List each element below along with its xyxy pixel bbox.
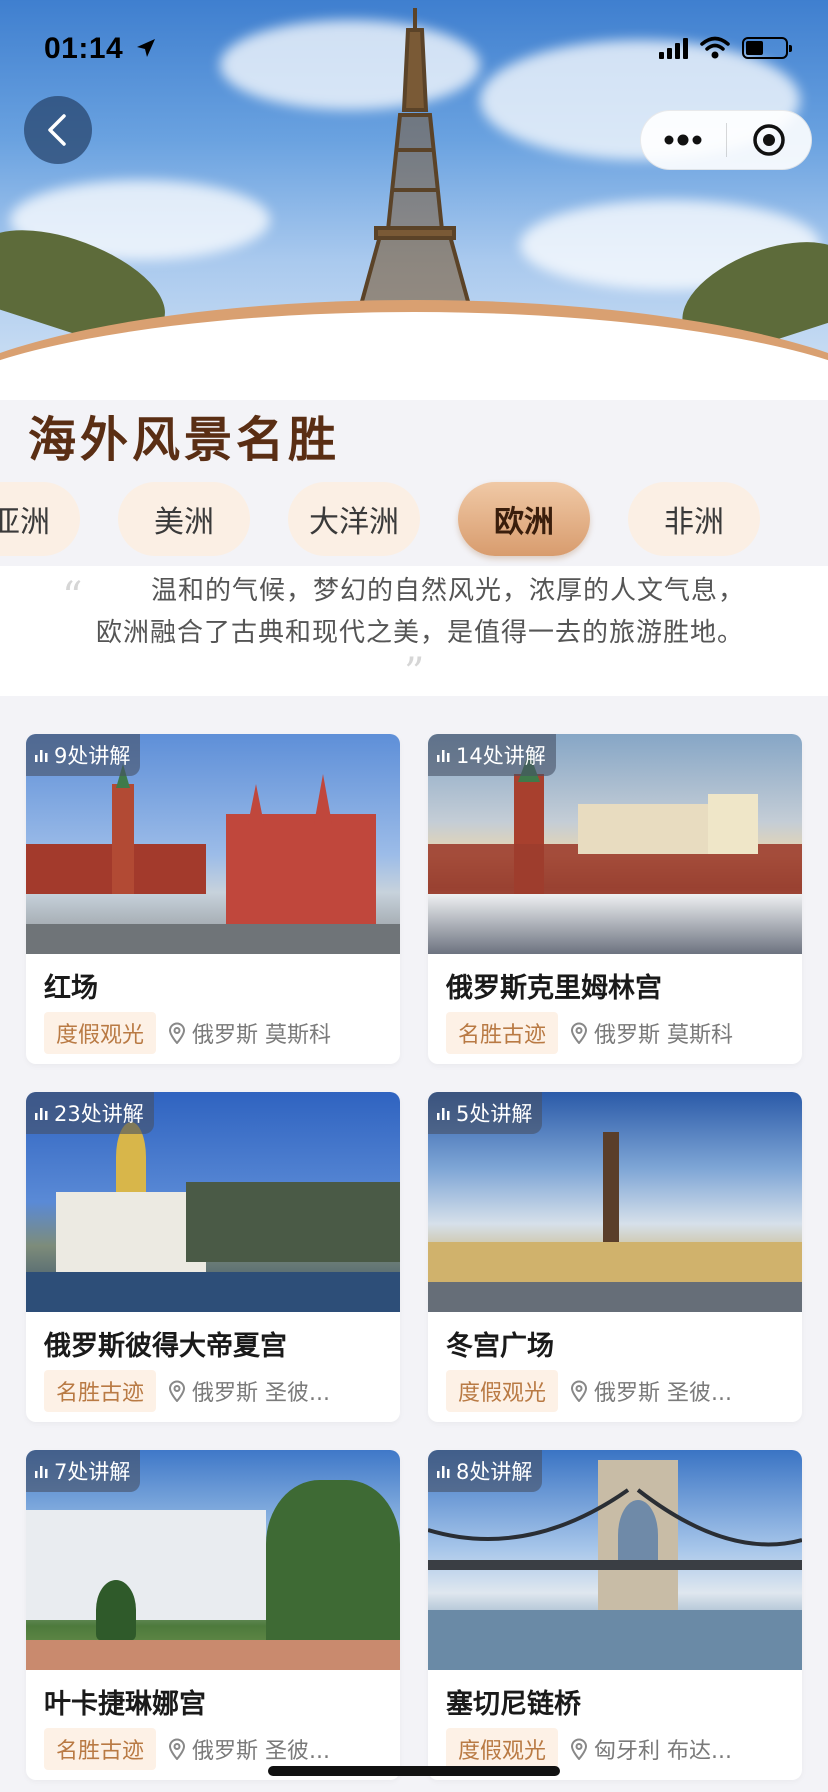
home-indicator[interactable] xyxy=(268,1766,560,1776)
intro-line-1: 温和的气候，梦幻的自然风光，浓厚的人文气息， xyxy=(150,576,745,606)
more-button[interactable] xyxy=(641,111,726,169)
badge-label: 8处讲解 xyxy=(456,1460,533,1484)
card-meta: 名胜古迹 俄罗斯 圣彼... xyxy=(44,1370,330,1412)
region-tabs: 亚洲 美洲 大洋洲 欧洲 非洲 xyxy=(0,482,828,558)
tab-label: 非洲 xyxy=(664,505,724,540)
location-text: 匈牙利 布达... xyxy=(594,1739,732,1764)
back-button[interactable] xyxy=(24,96,92,164)
signal-icon xyxy=(659,37,688,59)
card-title: 俄罗斯克里姆林宫 xyxy=(446,973,662,1004)
intro-text: 温和的气候，梦幻的自然风光，浓厚的人文气息， 欧洲融合了古典和现代之美，是值得一… xyxy=(40,570,800,654)
page-title: 海外风景名胜 xyxy=(28,412,341,468)
audio-bars-icon xyxy=(35,750,48,762)
attraction-card[interactable]: 14处讲解 俄罗斯克里姆林宫 名胜古迹 俄罗斯 莫斯科 xyxy=(428,734,802,1064)
card-meta: 度假观光 匈牙利 布达... xyxy=(446,1728,732,1770)
category-tag: 度假观光 xyxy=(44,1012,157,1054)
audio-guide-badge: 23处讲解 xyxy=(26,1092,154,1134)
tab-asia[interactable]: 亚洲 xyxy=(0,482,80,556)
location-text: 俄罗斯 莫斯科 xyxy=(594,1023,734,1048)
attraction-card[interactable]: 9处讲解 红场 度假观光 俄罗斯 莫斯科 xyxy=(26,734,400,1064)
card-meta: 度假观光 俄罗斯 莫斯科 xyxy=(44,1012,331,1054)
location-text: 俄罗斯 圣彼... xyxy=(192,1381,330,1406)
tab-label: 欧洲 xyxy=(494,505,554,540)
wifi-icon xyxy=(700,36,730,59)
card-title: 红场 xyxy=(44,973,98,1004)
chevron-left-icon xyxy=(48,114,66,146)
location: 俄罗斯 圣彼... xyxy=(168,1733,330,1765)
audio-bars-icon xyxy=(35,1108,48,1120)
badge-label: 5处讲解 xyxy=(456,1102,533,1126)
audio-guide-badge: 14处讲解 xyxy=(428,734,556,776)
tab-label: 美洲 xyxy=(154,505,214,540)
attraction-card[interactable]: 8处讲解 塞切尼链桥 度假观光 匈牙利 布达... xyxy=(428,1450,802,1780)
status-time: 01:14 xyxy=(44,32,158,66)
tab-oceania[interactable]: 大洋洲 xyxy=(288,482,420,556)
location: 匈牙利 布达... xyxy=(570,1733,732,1765)
location-text: 俄罗斯 圣彼... xyxy=(192,1739,330,1764)
quote-close-icon: ” xyxy=(404,650,425,696)
badge-label: 7处讲解 xyxy=(54,1460,131,1484)
audio-bars-icon xyxy=(437,1466,450,1478)
location-pin-icon xyxy=(571,1380,588,1402)
audio-guide-badge: 7处讲解 xyxy=(26,1450,141,1492)
more-dots-icon xyxy=(664,134,702,146)
audio-guide-badge: 5处讲解 xyxy=(428,1092,543,1134)
tab-africa[interactable]: 非洲 xyxy=(628,482,760,556)
card-meta: 名胜古迹 俄罗斯 圣彼... xyxy=(44,1728,330,1770)
status-bar: 01:14 xyxy=(0,0,828,100)
location-text: 俄罗斯 圣彼... xyxy=(594,1381,732,1406)
tab-label: 亚洲 xyxy=(0,505,50,540)
location-text: 俄罗斯 莫斯科 xyxy=(192,1023,332,1048)
location-arrow-icon xyxy=(137,39,156,57)
location: 俄罗斯 莫斯科 xyxy=(570,1017,733,1049)
tab-label: 大洋洲 xyxy=(309,505,399,540)
card-title: 俄罗斯彼得大帝夏宫 xyxy=(44,1331,287,1362)
category-tag: 名胜古迹 xyxy=(44,1370,157,1412)
audio-bars-icon xyxy=(437,750,450,762)
battery-icon xyxy=(742,37,792,59)
close-button[interactable] xyxy=(727,111,812,169)
status-icons xyxy=(659,36,792,60)
audio-bars-icon xyxy=(437,1108,450,1120)
card-title: 冬宫广场 xyxy=(446,1331,554,1362)
card-title: 塞切尼链桥 xyxy=(446,1689,581,1720)
location-pin-icon xyxy=(169,1380,186,1402)
category-tag: 名胜古迹 xyxy=(44,1728,157,1770)
target-circle-icon xyxy=(753,124,785,156)
audio-guide-badge: 9处讲解 xyxy=(26,734,141,776)
category-tag: 度假观光 xyxy=(446,1370,559,1412)
badge-label: 9处讲解 xyxy=(54,744,131,768)
location-pin-icon xyxy=(169,1738,186,1760)
category-tag: 名胜古迹 xyxy=(446,1012,559,1054)
attraction-card[interactable]: 7处讲解 叶卡捷琳娜宫 名胜古迹 俄罗斯 圣彼... xyxy=(26,1450,400,1780)
card-meta: 名胜古迹 俄罗斯 莫斯科 xyxy=(446,1012,733,1054)
card-meta: 度假观光 俄罗斯 圣彼... xyxy=(446,1370,732,1412)
mini-program-capsule xyxy=(640,110,812,170)
location: 俄罗斯 圣彼... xyxy=(570,1375,732,1407)
card-title: 叶卡捷琳娜宫 xyxy=(44,1689,206,1720)
badge-label: 14处讲解 xyxy=(456,744,546,768)
tab-americas[interactable]: 美洲 xyxy=(118,482,250,556)
location-pin-icon xyxy=(571,1022,588,1044)
location-pin-icon xyxy=(571,1738,588,1760)
audio-guide-badge: 8处讲解 xyxy=(428,1450,543,1492)
location: 俄罗斯 圣彼... xyxy=(168,1375,330,1407)
location: 俄罗斯 莫斯科 xyxy=(168,1017,331,1049)
attraction-grid: 9处讲解 红场 度假观光 俄罗斯 莫斯科 14处讲解 俄罗斯克里姆林宫 名胜古迹… xyxy=(26,734,802,1780)
location-pin-icon xyxy=(169,1022,186,1044)
audio-bars-icon xyxy=(35,1466,48,1478)
attraction-card[interactable]: 23处讲解 俄罗斯彼得大帝夏宫 名胜古迹 俄罗斯 圣彼... xyxy=(26,1092,400,1422)
badge-label: 23处讲解 xyxy=(54,1102,144,1126)
intro-line-2: 欧洲融合了古典和现代之美，是值得一去的旅游胜地。 xyxy=(95,618,744,648)
category-tag: 度假观光 xyxy=(446,1728,559,1770)
page: 01:14 海外风景名胜 亚洲 美洲 大洋洲 欧洲 非洲 “ 温和的气候，梦幻的… xyxy=(0,0,828,1792)
tab-europe[interactable]: 欧洲 xyxy=(458,482,590,556)
attraction-card[interactable]: 5处讲解 冬宫广场 度假观光 俄罗斯 圣彼... xyxy=(428,1092,802,1422)
